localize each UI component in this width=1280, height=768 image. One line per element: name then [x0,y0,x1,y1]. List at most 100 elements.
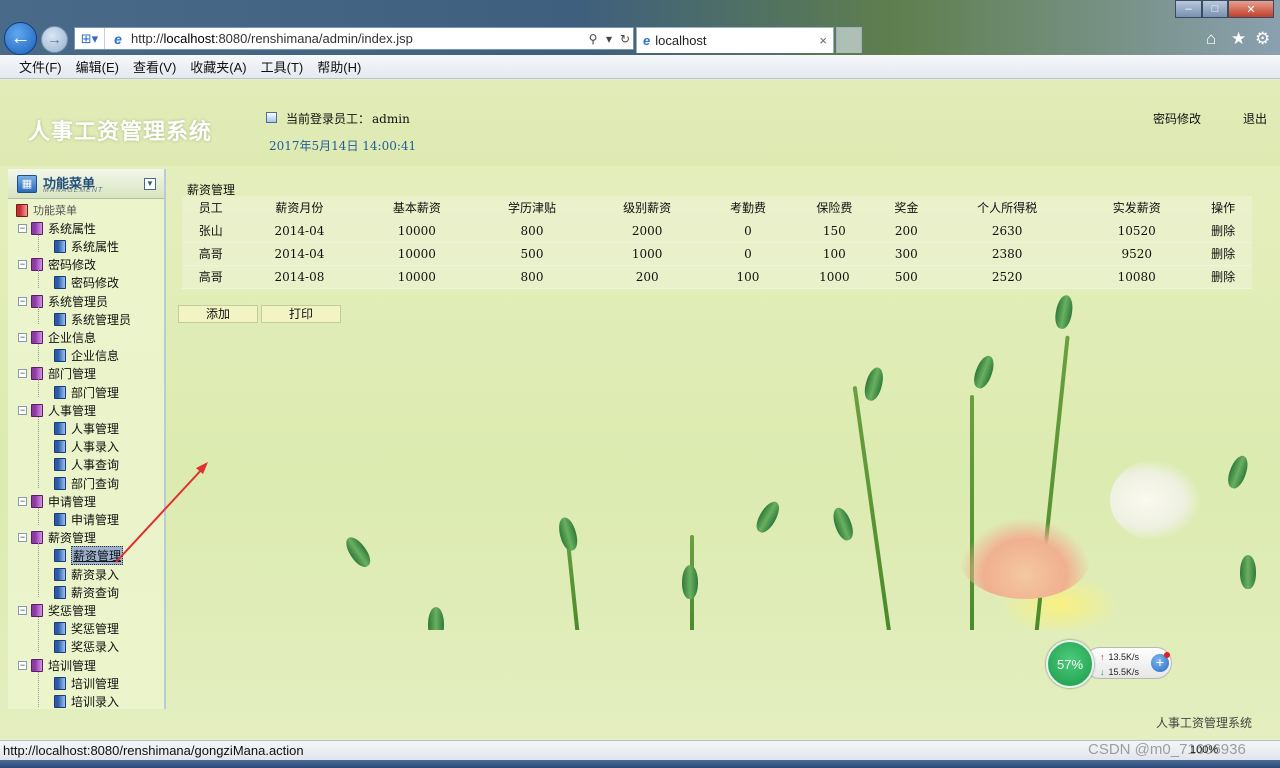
collapse-icon[interactable]: ▼ [144,178,156,190]
sidebar-item-label: 系统管理员 [71,312,132,327]
close-icon[interactable]: × [819,33,827,48]
refresh-icon[interactable]: ↻ [617,32,633,46]
sidebar-item[interactable]: 人事查询 [54,456,119,474]
home-icon[interactable]: ⌂ [1206,29,1216,49]
sidebar-item[interactable]: 奖惩录入 [54,638,119,656]
address-url[interactable]: http://localhost:8080/renshimana/admin/i… [127,31,585,46]
address-bar[interactable]: ⊞▾ e http://localhost:8080/renshimana/ad… [74,27,634,50]
sidebar-group[interactable]: − 部门管理 [18,365,96,383]
sidebar-item[interactable]: 部门管理 [54,383,119,401]
menu-file[interactable]: 文件(F) [12,57,69,76]
dropdown-icon[interactable]: ▾ [601,32,617,46]
system-title: 人事工资管理系统 [28,119,213,145]
new-tab-button[interactable] [836,27,862,53]
document-icon [54,585,66,599]
sidebar-group[interactable]: − 培训管理 [18,656,96,674]
sidebar-item[interactable]: 培训管理 [54,674,119,692]
sidebar-item[interactable]: 企业信息 [54,347,119,365]
tree-root[interactable]: 功能菜单 [16,201,77,219]
book-icon [31,221,43,235]
collapse-toggle-icon[interactable]: − [18,296,27,306]
minimize-button[interactable]: – [1175,0,1202,18]
sidebar-item[interactable]: 人事管理 [54,419,119,437]
sidebar-group[interactable]: − 系统管理员 [18,292,108,310]
column-header: 考勤费 [704,196,792,220]
memory-percent[interactable]: 57% [1046,640,1094,688]
sidebar-item[interactable]: 部门查询 [54,474,119,492]
tree-connector [38,615,39,652]
sidebar-item[interactable]: 申请管理 [54,510,119,528]
collapse-toggle-icon[interactable]: − [18,260,27,270]
sidebar-item[interactable]: 奖惩管理 [54,620,119,638]
delete-link[interactable]: 删除 [1194,265,1252,289]
sidebar-group[interactable]: − 薪资管理 [18,529,96,547]
sidebar-item[interactable]: 系统属性 [54,237,119,255]
sidebar-item[interactable]: 系统管理员 [54,310,131,328]
menu-help[interactable]: 帮助(H) [310,57,368,76]
sidebar-group[interactable]: − 密码修改 [18,256,96,274]
collapse-toggle-icon[interactable]: − [18,533,27,543]
sidebar-item[interactable]: 人事录入 [54,438,119,456]
menu-view[interactable]: 查看(V) [126,57,183,76]
gear-icon[interactable]: ⚙ [1255,29,1270,49]
menu-edit[interactable]: 编辑(E) [69,57,126,76]
book-icon [31,403,43,417]
compat-view-icon[interactable]: ⊞▾ [75,28,105,49]
table-cell: 800 [474,219,590,243]
menu-favorites[interactable]: 收藏夹(A) [183,57,253,76]
collapse-toggle-icon[interactable]: − [18,223,27,233]
table-cell: 10000 [359,219,475,243]
sidebar-group[interactable]: − 申请管理 [18,492,96,510]
sidebar-group[interactable]: − 系统属性 [18,219,96,237]
flower-stem [970,395,974,630]
tree-connector [38,233,39,252]
collapse-toggle-icon[interactable]: − [18,605,27,615]
sidebar-item[interactable]: 薪资录入 [54,565,119,583]
sidebar-item-label: 人事查询 [71,458,120,473]
current-datetime: 2017年5月14日 14:00:41 [269,139,417,153]
table-cell: 2630 [935,219,1080,243]
book-icon [31,367,43,381]
star-icon[interactable]: ★ [1231,29,1246,49]
collapse-toggle-icon[interactable]: − [18,405,27,415]
zoom-level[interactable]: 100% [1190,744,1218,756]
delete-link[interactable]: 删除 [1194,219,1252,243]
sidebar-item[interactable]: 薪资查询 [54,583,119,601]
sidebar-group-label: 企业信息 [48,330,97,345]
search-icon[interactable]: ⚲ [585,32,601,46]
sidebar-group[interactable]: − 企业信息 [18,328,96,346]
forward-arrow-icon[interactable]: → [41,26,68,53]
window-close-button[interactable]: ✕ [1228,0,1274,18]
sidebar-item[interactable]: 薪资管理 [54,546,124,566]
collapse-toggle-icon[interactable]: − [18,660,27,670]
print-button[interactable]: 打印 [261,305,341,323]
sidebar-item-label: 奖惩录入 [71,640,120,655]
sidebar-item[interactable]: 培训录入 [54,692,119,709]
sidebar-item[interactable]: 密码修改 [54,274,119,292]
upload-speed: ↑ 13.5K/s [1100,652,1139,662]
network-widget[interactable]: 57% ↑ 13.5K/s ↓ 15.5K/s + [1046,640,1174,688]
sidebar-item-label: 密码修改 [71,276,120,291]
collapse-toggle-icon[interactable]: − [18,496,27,506]
menu-tools[interactable]: 工具(T) [254,57,311,76]
status-bar: http://localhost:8080/renshimana/gongziM… [0,740,1280,760]
logout-link[interactable]: 退出 [1243,110,1267,127]
column-header: 级别薪资 [589,196,705,220]
delete-link[interactable]: 删除 [1194,242,1252,266]
maximize-button[interactable]: □ [1202,0,1228,18]
column-header: 员工 [182,196,240,220]
ie-logo-icon: e [114,30,122,47]
collapse-toggle-icon[interactable]: − [18,369,27,379]
add-button[interactable]: 添加 [178,305,258,323]
flower-bud [861,365,887,403]
table-cell: 1000 [791,265,878,289]
sidebar-group-label: 奖惩管理 [48,603,97,618]
sidebar-group[interactable]: − 奖惩管理 [18,601,96,619]
back-arrow-icon[interactable]: ← [4,22,37,55]
change-password-link[interactable]: 密码修改 [1153,110,1201,127]
flower-bud [555,515,581,553]
sidebar-group-label: 密码修改 [48,258,97,273]
sidebar-group[interactable]: − 人事管理 [18,401,96,419]
collapse-toggle-icon[interactable]: − [18,332,27,342]
tab-localhost[interactable]: e localhost × [636,27,834,53]
